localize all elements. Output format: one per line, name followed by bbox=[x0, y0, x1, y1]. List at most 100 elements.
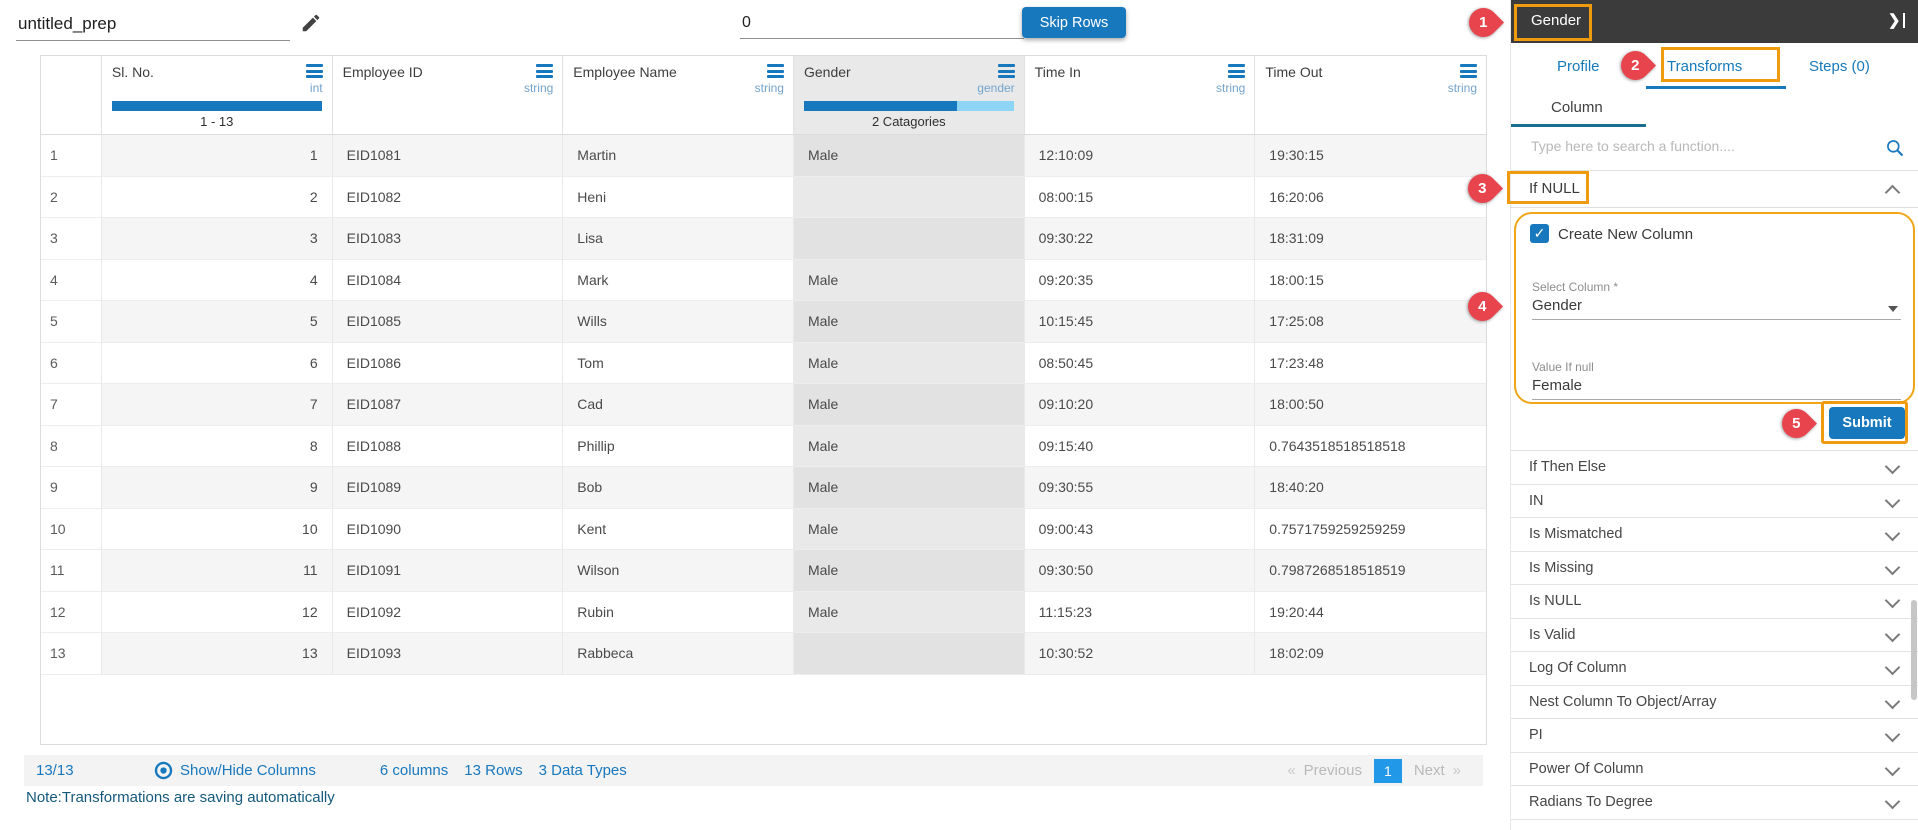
column-distribution-bar bbox=[804, 101, 1014, 111]
skip-rows-input[interactable] bbox=[740, 8, 1024, 39]
function-item[interactable]: PI bbox=[1511, 719, 1918, 753]
tab-transforms[interactable]: Transforms bbox=[1667, 58, 1742, 75]
edit-pencil-icon[interactable] bbox=[300, 12, 322, 34]
table-cell: EID1082 bbox=[333, 177, 564, 219]
column-header-gender[interactable]: Gendergender2 Catagories bbox=[794, 56, 1025, 134]
table-cell: 10 bbox=[102, 509, 333, 551]
table-cell: 7 bbox=[102, 384, 333, 426]
table-cell: 18:31:09 bbox=[1255, 218, 1486, 260]
tab-profile[interactable]: Profile bbox=[1557, 58, 1600, 75]
function-item[interactable]: Power Of Column bbox=[1511, 753, 1918, 787]
table-cell: 19:30:15 bbox=[1255, 135, 1486, 177]
function-item[interactable]: IN bbox=[1511, 485, 1918, 519]
subtab-column[interactable]: Column bbox=[1551, 99, 1603, 116]
table-cell: 11 bbox=[102, 550, 333, 592]
table-cell: EID1093 bbox=[333, 633, 564, 675]
table-row: 77EID1087CadMale09:10:2018:00:50 bbox=[41, 384, 1486, 426]
function-item[interactable]: Is NULL bbox=[1511, 585, 1918, 619]
tab-steps[interactable]: Steps (0) bbox=[1809, 58, 1870, 75]
table-row: 1212EID1092RubinMale11:15:2319:20:44 bbox=[41, 592, 1486, 634]
data-table: Sl. No.int1 - 13Employee IDstringEmploye… bbox=[40, 55, 1487, 745]
table-cell: Lisa bbox=[563, 218, 794, 260]
collapse-panel-icon[interactable]: ❯ bbox=[1888, 11, 1905, 29]
annotation-pin-1: 1 bbox=[1462, 1, 1504, 43]
table-cell: Wilson bbox=[563, 550, 794, 592]
pagination-first-arrow[interactable]: « bbox=[1287, 762, 1295, 779]
column-header-employee-name[interactable]: Employee Namestring bbox=[563, 56, 794, 134]
column-header-sl-no-[interactable]: Sl. No.int1 - 13 bbox=[102, 56, 333, 134]
pagination-previous-button[interactable]: Previous bbox=[1304, 762, 1362, 779]
eye-icon[interactable] bbox=[154, 761, 173, 780]
function-item-label: PI bbox=[1529, 727, 1543, 743]
table-cell: 8 bbox=[102, 426, 333, 468]
function-item-label: Radians To Degree bbox=[1529, 794, 1653, 810]
pagination-next-button[interactable]: Next bbox=[1414, 762, 1445, 779]
function-item-label: Power Of Column bbox=[1529, 761, 1643, 777]
column-name: Employee Name bbox=[573, 64, 677, 80]
function-item[interactable]: If Then Else bbox=[1511, 451, 1918, 485]
value-if-null-input[interactable]: Female bbox=[1532, 377, 1582, 394]
prep-name-input[interactable] bbox=[16, 8, 290, 41]
table-cell bbox=[794, 177, 1025, 219]
function-search-input[interactable] bbox=[1529, 137, 1873, 155]
function-item[interactable]: Is Valid bbox=[1511, 619, 1918, 653]
column-type-label: string bbox=[1216, 81, 1245, 95]
table-cell: 9 bbox=[102, 467, 333, 509]
row-number-header-cell bbox=[41, 56, 102, 134]
column-name: Gender bbox=[804, 64, 851, 80]
table-row: 66EID1086TomMale08:50:4517:23:48 bbox=[41, 343, 1486, 385]
table-cell: EID1091 bbox=[333, 550, 564, 592]
table-cell: Rabbeca bbox=[563, 633, 794, 675]
table-cell bbox=[794, 633, 1025, 675]
column-header-time-out[interactable]: Time Outstring bbox=[1255, 56, 1486, 134]
function-item-label: Is NULL bbox=[1529, 593, 1581, 609]
chevron-down-icon bbox=[1885, 593, 1901, 609]
hamburger-menu-icon[interactable] bbox=[998, 64, 1015, 81]
select-column-label: Select Column * bbox=[1532, 280, 1618, 294]
table-cell: EID1086 bbox=[333, 343, 564, 385]
accordion-if-null[interactable]: If NULL bbox=[1511, 171, 1918, 208]
function-item[interactable]: Nest Column To Object/Array bbox=[1511, 686, 1918, 720]
search-icon[interactable] bbox=[1885, 138, 1905, 163]
table-cell: Phillip bbox=[563, 426, 794, 468]
hamburger-menu-icon[interactable] bbox=[1228, 64, 1245, 81]
hamburger-menu-icon[interactable] bbox=[536, 64, 553, 81]
column-name: Employee ID bbox=[343, 64, 423, 80]
table-row: 99EID1089BobMale09:30:5518:40:20 bbox=[41, 467, 1486, 509]
column-header-time-in[interactable]: Time Instring bbox=[1025, 56, 1256, 134]
function-item[interactable]: Log Of Column bbox=[1511, 652, 1918, 686]
table-cell: 5 bbox=[102, 301, 333, 343]
submit-button[interactable]: Submit bbox=[1829, 407, 1905, 439]
row-number-cell: 6 bbox=[41, 343, 102, 385]
table-cell: 08:50:45 bbox=[1025, 343, 1256, 385]
table-cell: 09:00:43 bbox=[1025, 509, 1256, 551]
pagination-last-arrow[interactable]: » bbox=[1453, 762, 1461, 779]
create-new-column-checkbox[interactable]: ✓ bbox=[1530, 224, 1549, 243]
function-item[interactable]: Is Missing bbox=[1511, 552, 1918, 586]
hamburger-menu-icon[interactable] bbox=[306, 64, 323, 81]
skip-rows-button[interactable]: Skip Rows bbox=[1022, 7, 1126, 38]
column-header-employee-id[interactable]: Employee IDstring bbox=[333, 56, 564, 134]
function-item-label: Is Missing bbox=[1529, 560, 1593, 576]
hamburger-menu-icon[interactable] bbox=[767, 64, 784, 81]
table-row: 33EID1083Lisa09:30:2218:31:09 bbox=[41, 218, 1486, 260]
table-cell: 12 bbox=[102, 592, 333, 634]
table-cell: 09:10:20 bbox=[1025, 384, 1256, 426]
columns-summary: 6 columns bbox=[380, 762, 448, 779]
select-column-dropdown[interactable]: Gender bbox=[1532, 297, 1582, 314]
table-cell: 09:15:40 bbox=[1025, 426, 1256, 468]
function-list: If Then ElseINIs Mismatched Is Missing Is … bbox=[1511, 451, 1918, 820]
function-item[interactable]: Radians To Degree bbox=[1511, 786, 1918, 820]
panel-header: Gender ❯ bbox=[1511, 0, 1918, 43]
table-cell: 0.7643518518518518 bbox=[1255, 426, 1486, 468]
panel-scrollbar-thumb[interactable] bbox=[1911, 600, 1917, 700]
panel-tabs: Profile Transforms Steps (0) bbox=[1511, 43, 1918, 90]
hamburger-menu-icon[interactable] bbox=[1460, 64, 1477, 81]
chevron-down-icon bbox=[1885, 559, 1901, 575]
function-item[interactable]: Is Mismatched bbox=[1511, 518, 1918, 552]
pagination-page-1[interactable]: 1 bbox=[1374, 759, 1402, 783]
table-cell: 08:00:15 bbox=[1025, 177, 1256, 219]
table-cell: 18:00:50 bbox=[1255, 384, 1486, 426]
show-hide-columns-link[interactable]: Show/Hide Columns bbox=[180, 762, 316, 779]
row-count-indicator: 13/13 bbox=[36, 762, 154, 779]
